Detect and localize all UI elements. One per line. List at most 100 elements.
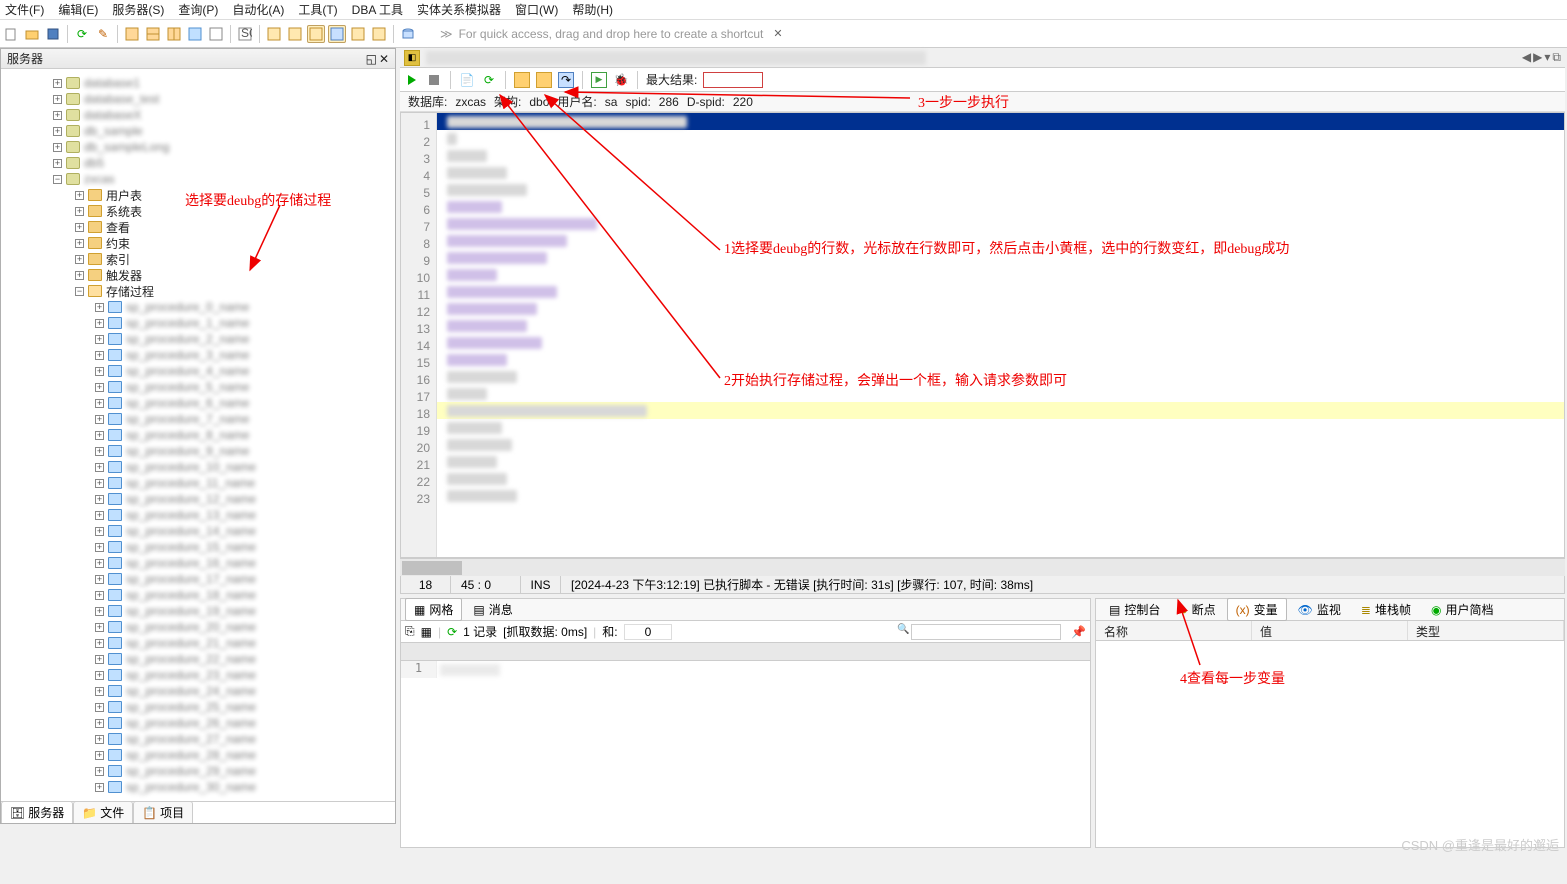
tree-proc-item[interactable]: sp_procedure_25_name: [126, 700, 256, 714]
restore-icon[interactable]: ◱: [366, 52, 377, 66]
tab-next-icon[interactable]: ▶: [1533, 50, 1542, 65]
collapse-icon[interactable]: −: [75, 287, 84, 296]
tb-sql-icon[interactable]: SQL: [236, 25, 254, 43]
tree-proc-item[interactable]: sp_procedure_5_name: [126, 380, 249, 394]
menu-query[interactable]: 查询(P): [178, 1, 218, 18]
stop-button[interactable]: [426, 72, 442, 88]
tree-proc-item[interactable]: sp_procedure_16_name: [126, 556, 256, 570]
expand-icon[interactable]: +: [95, 543, 104, 552]
quick-access-area[interactable]: ≫ For quick access, drag and drop here t…: [420, 27, 1565, 41]
breakpoint-button[interactable]: [514, 72, 530, 88]
expand-icon[interactable]: +: [95, 511, 104, 520]
tree-proc-item[interactable]: sp_procedure_9_name: [126, 444, 249, 458]
tree-item[interactable]: db_sampleLong: [84, 140, 169, 154]
tree-proc-item[interactable]: sp_procedure_14_name: [126, 524, 256, 538]
expand-icon[interactable]: +: [75, 207, 84, 216]
menu-dba[interactable]: DBA 工具: [352, 1, 403, 18]
step-button[interactable]: ↷: [558, 72, 574, 88]
tree-proc-item[interactable]: sp_procedure_12_name: [126, 492, 256, 506]
code-editor[interactable]: [437, 113, 1564, 557]
breakpoint2-button[interactable]: [536, 72, 552, 88]
lp-tab-file[interactable]: 📁文件: [73, 801, 133, 823]
tree-proc-item[interactable]: sp_procedure_22_name: [126, 652, 256, 666]
export-icon[interactable]: ⎘: [405, 624, 415, 639]
expand-icon[interactable]: +: [95, 687, 104, 696]
menu-server[interactable]: 服务器(S): [112, 1, 164, 18]
tb-open-icon[interactable]: [23, 25, 41, 43]
col-value[interactable]: 值: [1252, 621, 1408, 640]
tab-close-icon[interactable]: ⧉: [1552, 50, 1561, 65]
tb-grid2-icon[interactable]: [144, 25, 162, 43]
tb-grid4-icon[interactable]: [186, 25, 204, 43]
max-result-input[interactable]: [703, 72, 763, 88]
col-name[interactable]: 名称: [1096, 621, 1252, 640]
menu-tools[interactable]: 工具(T): [298, 1, 337, 18]
grid-search-input[interactable]: [911, 624, 1061, 640]
expand-icon[interactable]: +: [95, 655, 104, 664]
tb-layout3-icon[interactable]: [307, 25, 325, 43]
tree-proc-item[interactable]: sp_procedure_26_name: [126, 716, 256, 730]
expand-icon[interactable]: +: [95, 623, 104, 632]
expand-icon[interactable]: +: [75, 191, 84, 200]
expand-icon[interactable]: +: [95, 559, 104, 568]
menu-erm[interactable]: 实体关系模拟器: [417, 1, 501, 18]
tree-proc-item[interactable]: sp_procedure_23_name: [126, 668, 256, 682]
tb-db-icon[interactable]: [399, 25, 417, 43]
tab-profile[interactable]: ◉用户简档: [1422, 598, 1503, 621]
expand-icon[interactable]: +: [53, 95, 62, 104]
tree-proc-item[interactable]: sp_procedure_11_name: [126, 476, 255, 490]
tree-item[interactable]: db5: [84, 156, 104, 170]
tree-proc-item[interactable]: sp_procedure_19_name: [126, 604, 256, 618]
expand-icon[interactable]: +: [75, 255, 84, 264]
tree-proc-item[interactable]: sp_procedure_27_name: [126, 732, 256, 746]
tb-save-icon[interactable]: [44, 25, 62, 43]
tree-triggers[interactable]: 触发器: [106, 267, 142, 284]
server-tree[interactable]: +database1 +database_test +databaseX +db…: [1, 69, 395, 801]
tree-proc-item[interactable]: sp_procedure_10_name: [126, 460, 256, 474]
expand-icon[interactable]: +: [95, 751, 104, 760]
expand-icon[interactable]: +: [95, 399, 104, 408]
expand-icon[interactable]: +: [95, 335, 104, 344]
tb-grid3-icon[interactable]: [165, 25, 183, 43]
tab-breakpoints[interactable]: ●断点: [1171, 598, 1224, 621]
tree-proc-item[interactable]: sp_procedure_17_name: [126, 572, 256, 586]
play2-icon[interactable]: ▶: [591, 72, 607, 88]
expand-icon[interactable]: +: [95, 495, 104, 504]
tree-indexes[interactable]: 索引: [106, 251, 130, 268]
tree-proc-item[interactable]: sp_procedure_2_name: [126, 332, 249, 346]
expand-icon[interactable]: +: [53, 111, 62, 120]
tab-variables[interactable]: (x)变量: [1227, 598, 1287, 621]
collapse-icon[interactable]: −: [53, 175, 62, 184]
results-grid[interactable]: 1: [401, 643, 1090, 847]
bug-icon[interactable]: 🐞: [613, 72, 629, 88]
tree-item[interactable]: database1: [84, 76, 140, 90]
expand-icon[interactable]: +: [95, 735, 104, 744]
tb-layout6-icon[interactable]: [370, 25, 388, 43]
expand-icon[interactable]: +: [95, 367, 104, 376]
tree-proc-item[interactable]: sp_procedure_7_name: [126, 412, 249, 426]
pin-icon[interactable]: 📌: [1071, 625, 1086, 639]
expand-icon[interactable]: +: [75, 223, 84, 232]
expand-icon[interactable]: +: [75, 239, 84, 248]
tb-refresh-icon[interactable]: ⟳: [73, 25, 91, 43]
lp-tab-project[interactable]: 📋项目: [133, 801, 193, 823]
tree-proc-item[interactable]: sp_procedure_4_name: [126, 364, 249, 378]
tree-proc-item[interactable]: sp_procedure_24_name: [126, 684, 256, 698]
tab-msg[interactable]: ▤消息: [464, 598, 521, 621]
menu-edit[interactable]: 编辑(E): [58, 1, 98, 18]
tree-user-tables[interactable]: 用户表: [106, 187, 142, 204]
refresh-icon[interactable]: ⟳: [447, 625, 457, 639]
expand-icon[interactable]: +: [95, 575, 104, 584]
tree-proc-item[interactable]: sp_procedure_6_name: [126, 396, 249, 410]
expand-icon[interactable]: +: [95, 447, 104, 456]
tab-title[interactable]: [426, 51, 926, 65]
menu-auto[interactable]: 自动化(A): [232, 1, 284, 18]
tb-layout2-icon[interactable]: [286, 25, 304, 43]
tree-proc-item[interactable]: sp_procedure_20_name: [126, 620, 256, 634]
tab-grid[interactable]: ▦网格: [405, 598, 462, 621]
tree-item[interactable]: db_sample: [84, 124, 143, 138]
expand-icon[interactable]: +: [95, 463, 104, 472]
expand-icon[interactable]: +: [53, 159, 62, 168]
tree-system-tables[interactable]: 系统表: [106, 203, 142, 220]
tree-procs[interactable]: 存储过程: [106, 283, 154, 300]
